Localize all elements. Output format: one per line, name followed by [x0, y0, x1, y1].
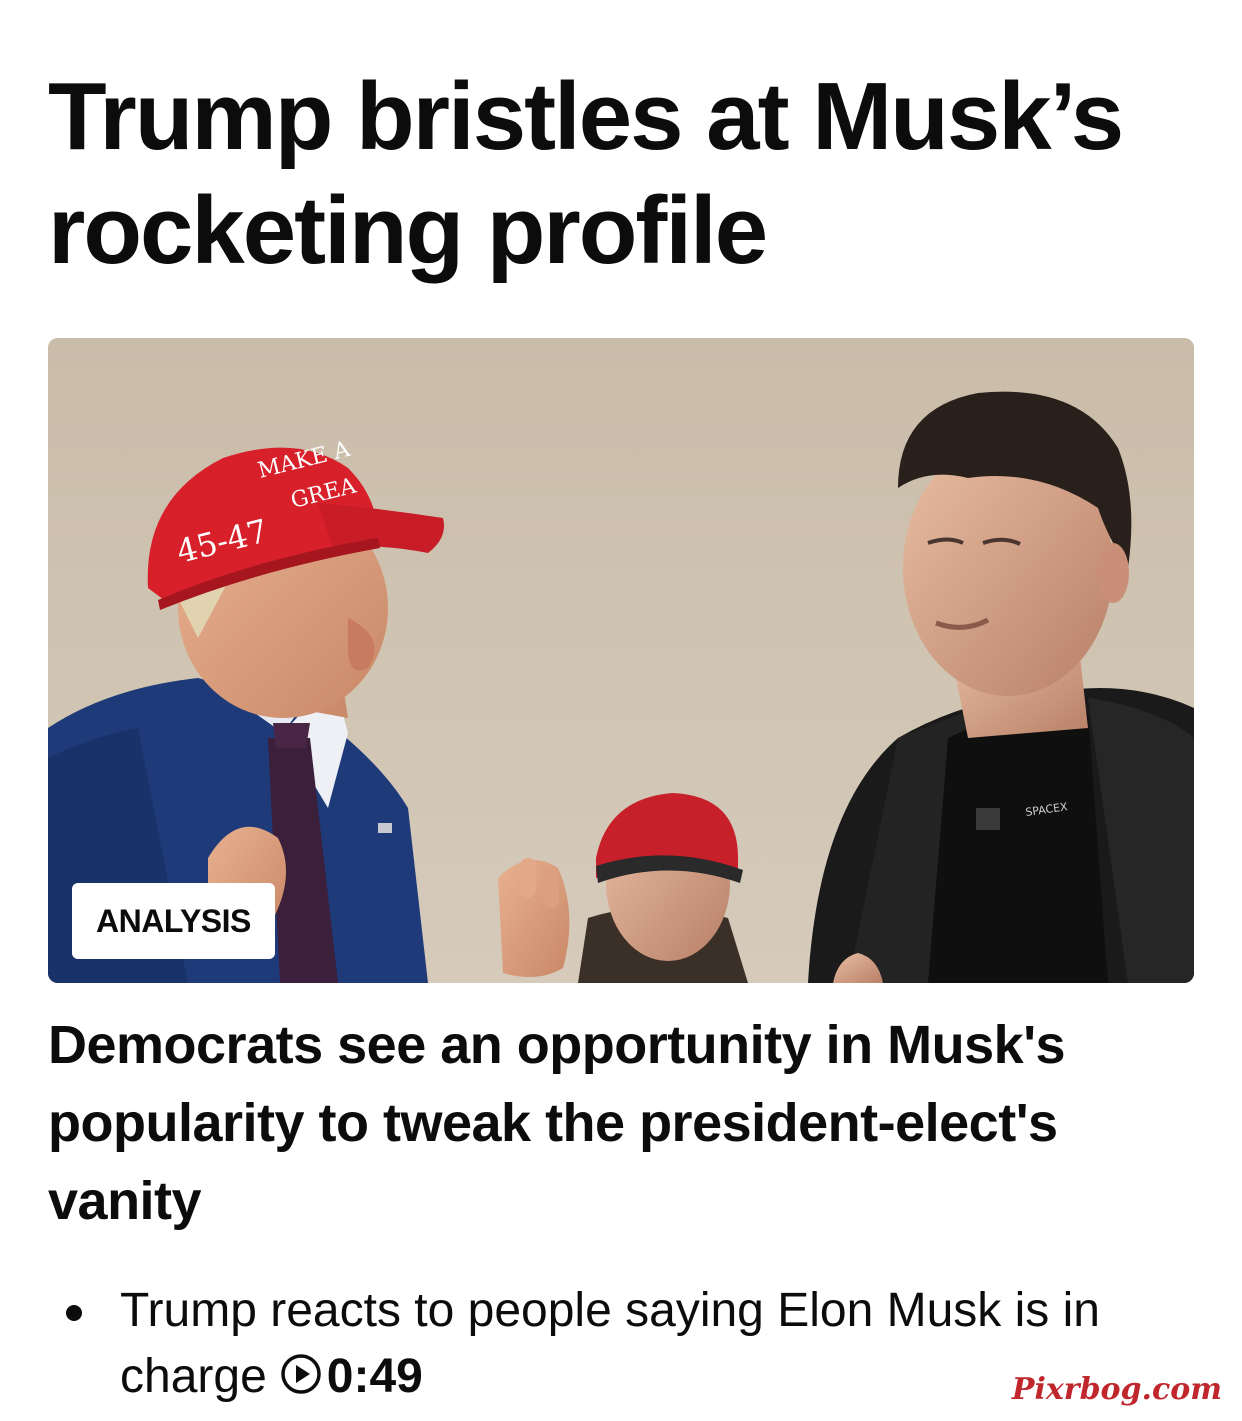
watermark: Pixrbog.com: [1011, 1372, 1222, 1407]
article-hero-image[interactable]: 45-47 MAKE A GREA SPACEX ANALYSIS: [48, 338, 1194, 983]
headline[interactable]: Trump bristles at Musk’s rocketing profi…: [48, 60, 1208, 288]
article-subheadline[interactable]: Democrats see an opportunity in Musk's p…: [48, 1006, 1198, 1240]
analysis-badge: ANALYSIS: [72, 883, 275, 959]
play-circle-icon[interactable]: [279, 1348, 323, 1414]
bullet-icon: [66, 1305, 82, 1321]
video-duration: 0:49: [326, 1350, 423, 1403]
related-video-title[interactable]: Trump reacts to people saying Elon Musk …: [120, 1284, 1100, 1403]
